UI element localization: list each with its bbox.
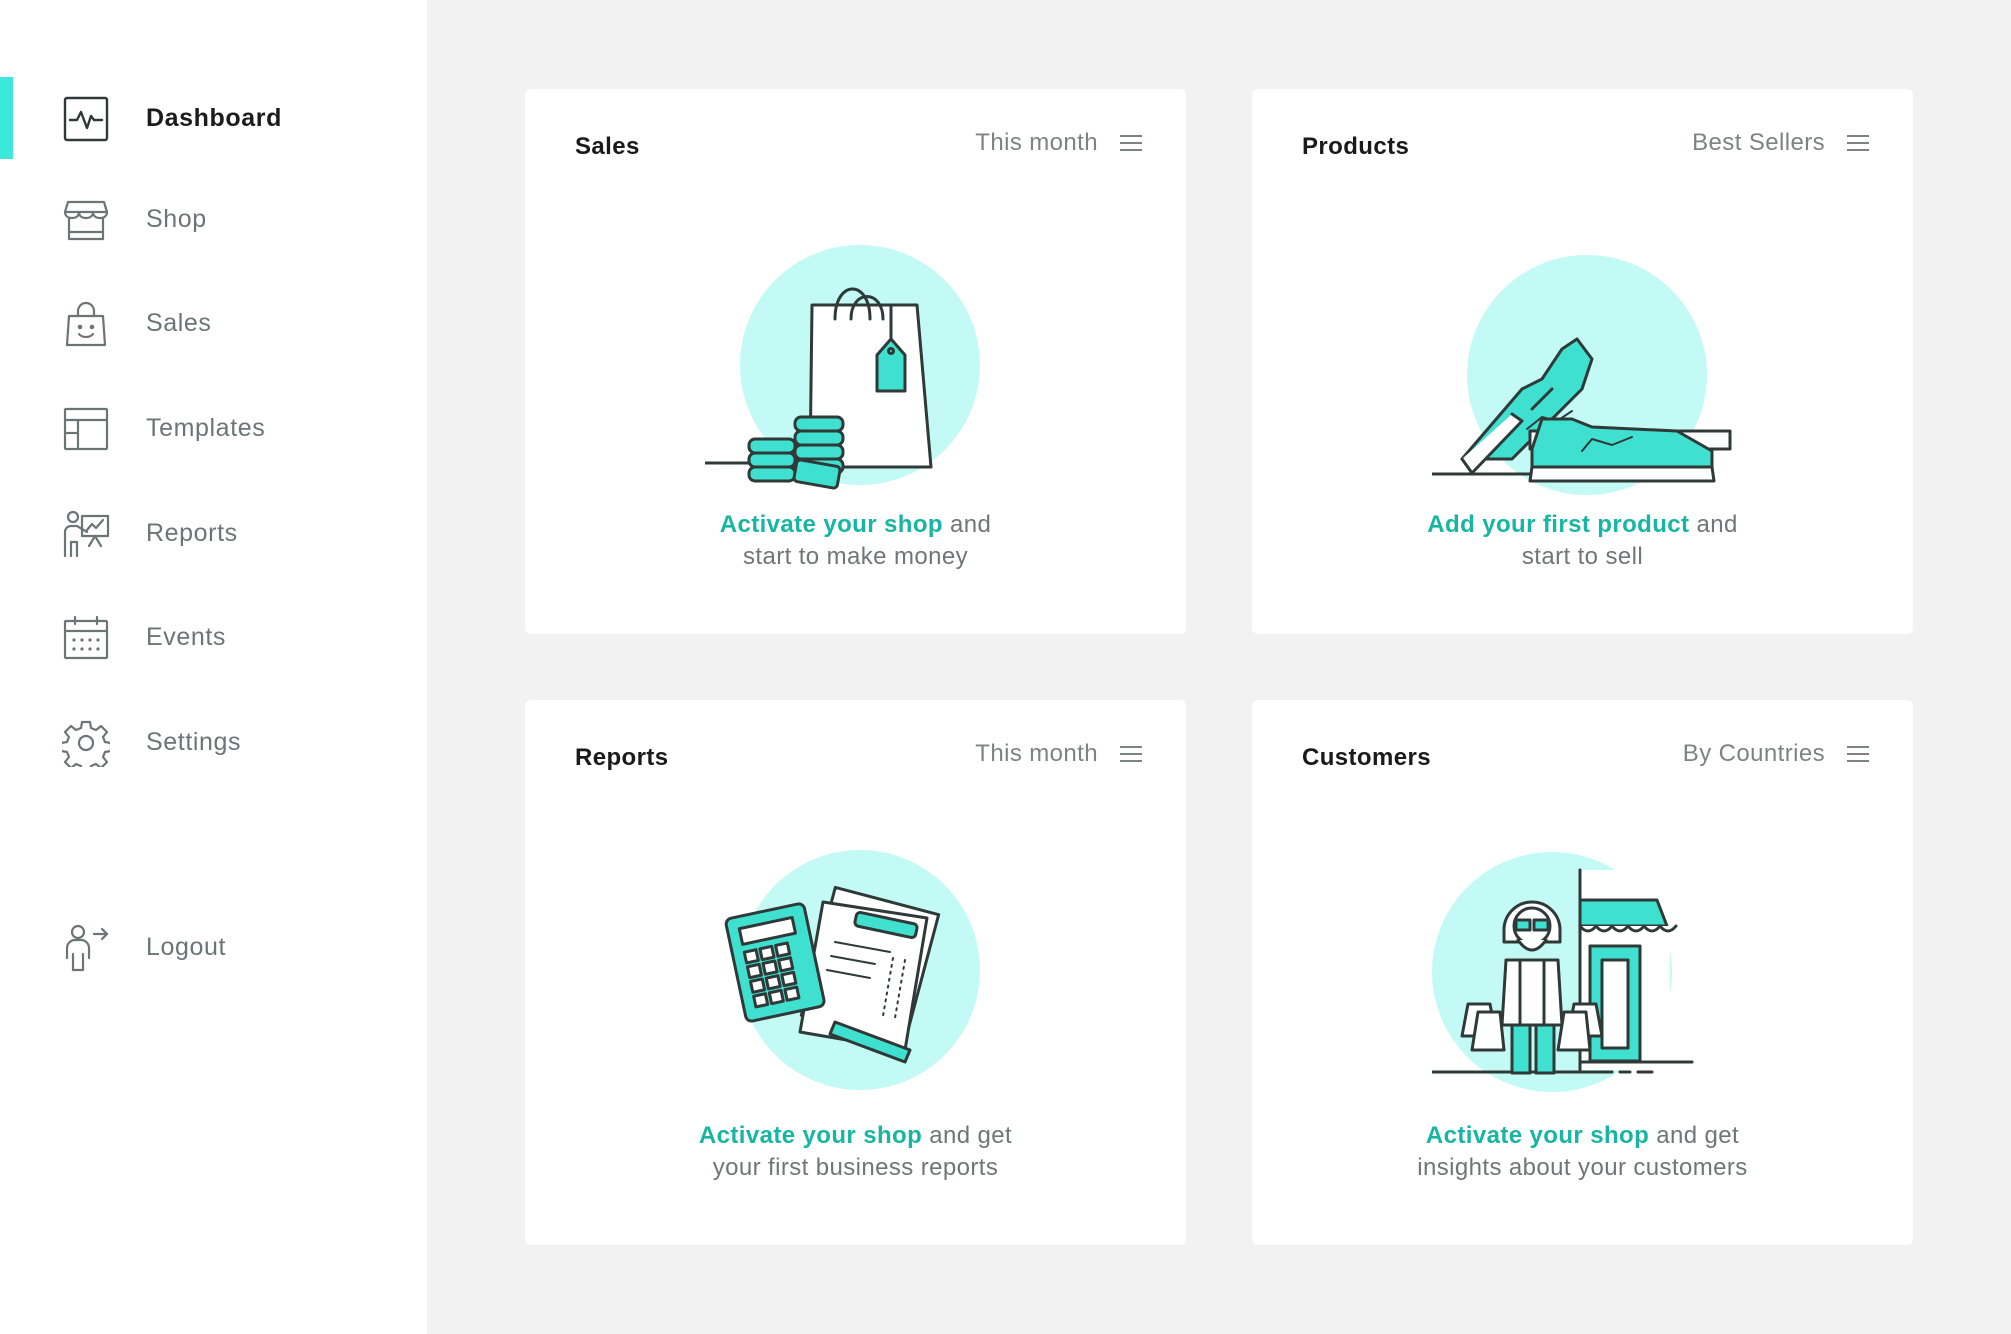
sidebar-item-sales[interactable]: Sales — [0, 282, 427, 364]
activate-shop-link[interactable]: Activate your shop — [1426, 1122, 1649, 1149]
menu-icon — [1120, 135, 1142, 151]
activate-shop-link[interactable]: Activate your shop — [720, 511, 943, 538]
sidebar-item-label: Templates — [146, 414, 266, 442]
reports-cta: Activate your shop and get your first bu… — [698, 1122, 1013, 1181]
sidebar-item-dashboard[interactable]: Dashboard — [0, 77, 427, 159]
activity-icon — [62, 95, 110, 143]
shopping-bag-coins-icon — [705, 239, 1005, 499]
logout-icon — [62, 924, 110, 972]
presentation-icon — [62, 510, 110, 558]
menu-icon — [1120, 746, 1142, 762]
cta-text: start to sell — [1521, 543, 1644, 570]
sales-filter-dropdown[interactable]: This month — [975, 129, 1142, 157]
cta-text: your first business reports — [712, 1154, 999, 1181]
menu-icon — [1847, 135, 1869, 151]
filter-label: By Countries — [1682, 740, 1825, 767]
filter-label: This month — [975, 740, 1098, 767]
products-cta: Add your first product and start to sell — [1427, 511, 1738, 570]
sales-cta: Activate your shop and start to make mon… — [719, 511, 992, 570]
card-title: Reports — [575, 744, 669, 771]
products-card: Products Best Sellers Add your first pro… — [1252, 89, 1913, 634]
gear-icon — [62, 719, 110, 767]
sidebar-item-settings[interactable]: Settings — [0, 701, 427, 783]
customers-cta: Activate your shop and get insights abou… — [1417, 1122, 1748, 1181]
customers-card: Customers By Countries Activate your sho… — [1252, 700, 1913, 1245]
filter-label: Best Sellers — [1692, 129, 1825, 156]
shopping-bag-icon — [62, 300, 110, 348]
sidebar-item-reports[interactable]: Reports — [0, 492, 427, 574]
sidebar-item-templates[interactable]: Templates — [0, 387, 427, 469]
sales-card: Sales This month Activate your shop and … — [525, 89, 1186, 634]
customers-filter-dropdown[interactable]: By Countries — [1683, 740, 1869, 768]
calculator-documents-icon — [705, 850, 1005, 1110]
card-title: Sales — [575, 133, 640, 160]
sidebar-item-label: Dashboard — [146, 104, 282, 132]
card-title: Customers — [1302, 744, 1431, 771]
active-indicator — [0, 77, 13, 159]
sidebar: Dashboard Shop Sales Templates Reports E… — [0, 0, 427, 1334]
reports-filter-dropdown[interactable]: This month — [975, 740, 1142, 768]
shopper-storefront-icon — [1432, 850, 1732, 1110]
sidebar-item-shop[interactable]: Shop — [0, 178, 427, 260]
sidebar-item-label: Settings — [146, 728, 242, 756]
cta-text: insights about your customers — [1417, 1154, 1748, 1181]
menu-icon — [1847, 746, 1869, 762]
cta-text: start to make money — [742, 543, 969, 570]
logout-button[interactable]: Logout — [0, 906, 427, 988]
sidebar-item-label: Sales — [146, 309, 212, 337]
logout-label: Logout — [146, 933, 227, 961]
sneakers-icon — [1432, 239, 1732, 499]
reports-card: Reports This month Activate your shop an… — [525, 700, 1186, 1245]
card-title: Products — [1302, 133, 1410, 160]
sidebar-item-label: Reports — [146, 519, 238, 547]
sidebar-item-label: Shop — [146, 205, 207, 233]
activate-shop-link[interactable]: Activate your shop — [699, 1122, 922, 1149]
add-product-link[interactable]: Add your first product — [1427, 511, 1689, 538]
filter-label: This month — [975, 129, 1098, 156]
storefront-icon — [62, 196, 110, 244]
products-filter-dropdown[interactable]: Best Sellers — [1692, 129, 1869, 157]
sidebar-item-label: Events — [146, 623, 227, 651]
sidebar-item-events[interactable]: Events — [0, 596, 427, 678]
layout-icon — [62, 405, 110, 453]
calendar-icon — [62, 614, 110, 662]
